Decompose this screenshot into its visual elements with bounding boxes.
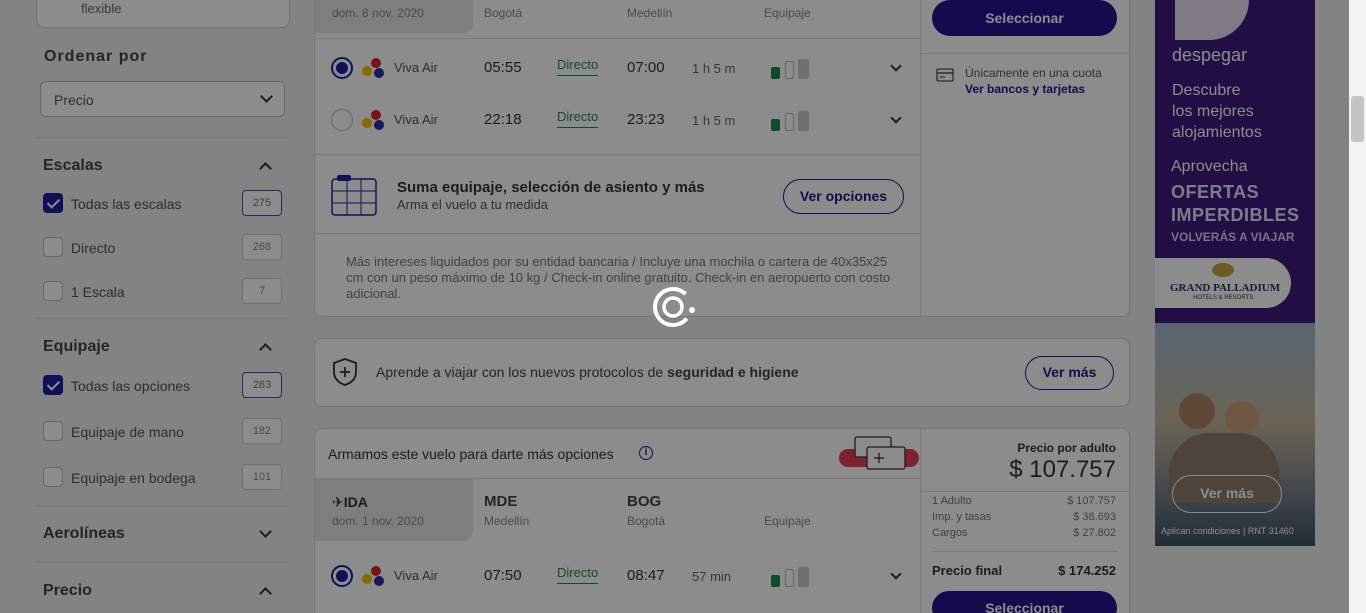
scrollbar-track[interactable] [1349, 0, 1366, 613]
scrollbar-thumb[interactable] [1351, 96, 1364, 142]
loading-spinner-icon [653, 287, 695, 327]
